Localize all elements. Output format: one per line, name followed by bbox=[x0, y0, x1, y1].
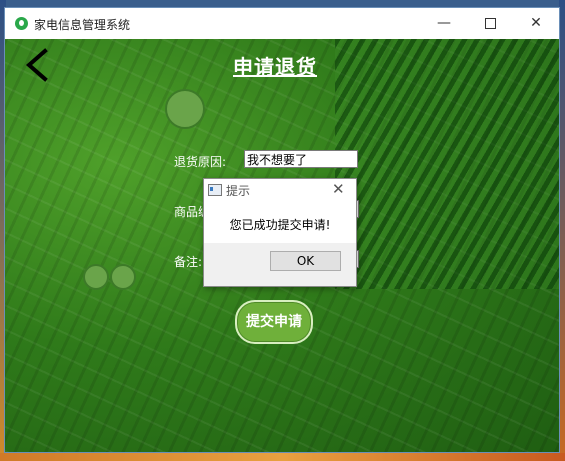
dialog-app-icon bbox=[208, 184, 222, 196]
window-title: 家电信息管理系统 bbox=[34, 18, 131, 32]
app-icon bbox=[15, 17, 28, 30]
minimize-button[interactable]: — bbox=[421, 8, 467, 39]
background-capacitor bbox=[110, 264, 136, 290]
dialog-title: 提示 bbox=[226, 184, 251, 198]
close-button[interactable]: ✕ bbox=[513, 8, 559, 39]
window-titlebar[interactable]: 家电信息管理系统 — ✕ bbox=[5, 8, 559, 39]
back-arrow-icon[interactable] bbox=[21, 47, 55, 83]
maximize-button[interactable] bbox=[467, 8, 513, 39]
background-capacitor bbox=[165, 89, 205, 129]
maximize-icon bbox=[484, 17, 496, 29]
dialog-titlebar[interactable]: 提示 ✕ bbox=[204, 179, 356, 201]
dialog-footer: OK bbox=[204, 243, 356, 286]
desktop-background-bottom bbox=[0, 453, 565, 461]
desktop-background-right bbox=[559, 0, 565, 461]
message-dialog: 提示 ✕ 您已成功提交申请! OK bbox=[203, 178, 357, 287]
submit-button[interactable]: 提交申请 bbox=[235, 300, 313, 344]
reason-input[interactable]: 我不想要了 bbox=[244, 150, 358, 168]
background-capacitor bbox=[83, 264, 109, 290]
note-label: 备注: bbox=[174, 255, 203, 269]
dialog-close-icon[interactable]: ✕ bbox=[332, 180, 345, 198]
dialog-message: 您已成功提交申请! bbox=[229, 218, 331, 232]
reason-label: 退货原因: bbox=[174, 155, 227, 169]
close-icon: ✕ bbox=[530, 15, 542, 31]
background-circuit-image bbox=[335, 39, 559, 289]
page-title: 申请退货 bbox=[233, 55, 317, 79]
minimize-icon: — bbox=[437, 15, 451, 31]
ok-button[interactable]: OK bbox=[270, 251, 341, 271]
